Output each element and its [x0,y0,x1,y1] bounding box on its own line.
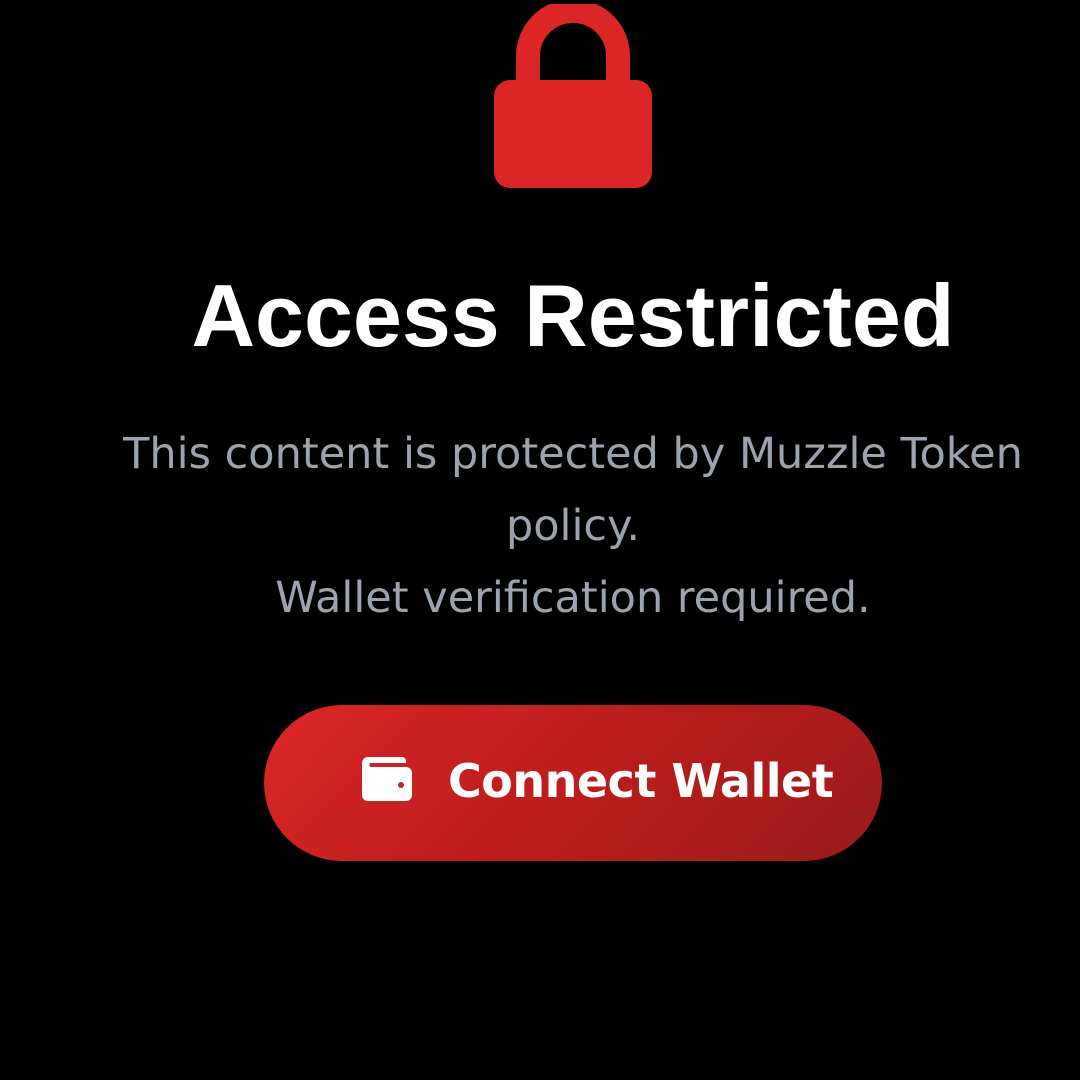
message-line: This content is protected by Muzzle Toke… [123,429,1023,479]
lock-icon [494,4,652,188]
access-restricted-screen: Access Restricted This content is protec… [0,0,1080,1080]
connect-wallet-button[interactable]: Connect Wallet [264,705,882,861]
connect-wallet-label: Connect Wallet [448,754,834,808]
wallet-icon [362,757,412,801]
restriction-message: This content is protected by Muzzle Toke… [80,418,1066,634]
message-line: Wallet verification required. [275,573,871,623]
page-title: Access Restricted [191,266,955,365]
message-line: policy. [505,501,641,551]
